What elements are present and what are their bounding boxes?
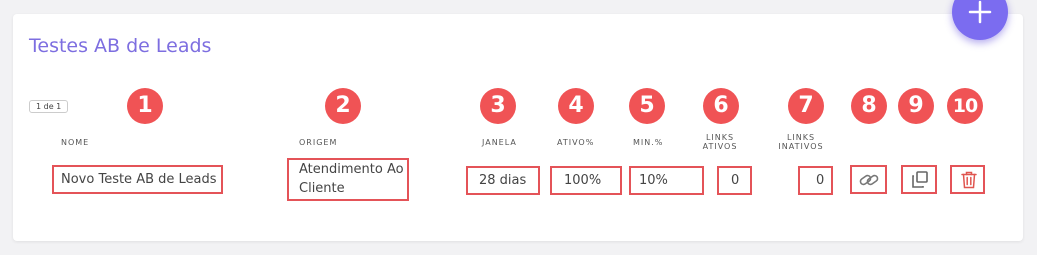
row-links-ativos-cell: 0 xyxy=(717,166,752,195)
column-header-links-ativos[interactable]: LINKS ATIVOS xyxy=(695,133,745,151)
link-button[interactable] xyxy=(850,165,887,194)
link-icon xyxy=(859,174,879,186)
row-janela-cell: 28 dias xyxy=(466,166,540,195)
row-nome: Novo Teste AB de Leads xyxy=(61,172,217,187)
row-janela: 28 dias xyxy=(479,173,527,188)
trash-icon xyxy=(961,171,977,189)
column-header-min[interactable]: MIN.% xyxy=(633,138,663,147)
marker-10: 10 xyxy=(947,88,983,124)
copy-icon xyxy=(912,171,928,188)
column-header-links-inativos[interactable]: LINKS INATIVOS xyxy=(770,133,832,151)
row-min: 10% xyxy=(639,173,668,188)
marker-7: 7 xyxy=(788,88,824,124)
marker-4: 4 xyxy=(558,88,594,124)
row-nome-cell[interactable]: Novo Teste AB de Leads xyxy=(52,165,223,194)
row-origem-line1: Atendimento Ao xyxy=(299,162,404,177)
row-ativo: 100% xyxy=(564,173,602,188)
plus-icon xyxy=(968,0,992,24)
row-ativo-cell: 100% xyxy=(550,166,622,195)
row-origem-line2: Cliente xyxy=(299,181,345,196)
marker-9: 9 xyxy=(898,88,934,124)
row-origem-cell: Atendimento Ao Cliente xyxy=(287,158,409,201)
pagination-indicator: 1 de 1 xyxy=(29,100,69,113)
column-header-janela[interactable]: JANELA xyxy=(482,138,517,147)
card-title: Testes AB de Leads xyxy=(29,35,212,57)
header-line: ATIVOS xyxy=(702,142,738,151)
column-header-origem[interactable]: ORIGEM xyxy=(299,138,337,147)
marker-8: 8 xyxy=(851,88,887,124)
delete-button[interactable] xyxy=(950,165,985,194)
row-links-inativos-cell: 0 xyxy=(798,166,833,195)
row-links-ativos: 0 xyxy=(731,173,740,188)
marker-1: 1 xyxy=(127,88,163,124)
row-min-cell: 10% xyxy=(629,166,704,195)
header-line: LINKS xyxy=(705,133,735,142)
marker-2: 2 xyxy=(325,88,361,124)
header-line: INATIVOS xyxy=(778,142,824,151)
column-header-ativo[interactable]: ATIVO% xyxy=(557,138,594,147)
marker-3: 3 xyxy=(480,88,516,124)
header-line: LINKS xyxy=(786,133,816,142)
column-header-nome[interactable]: NOME xyxy=(61,138,89,147)
row-links-inativos: 0 xyxy=(816,173,825,188)
marker-5: 5 xyxy=(629,88,665,124)
marker-6: 6 xyxy=(703,88,739,124)
copy-button[interactable] xyxy=(901,165,937,194)
